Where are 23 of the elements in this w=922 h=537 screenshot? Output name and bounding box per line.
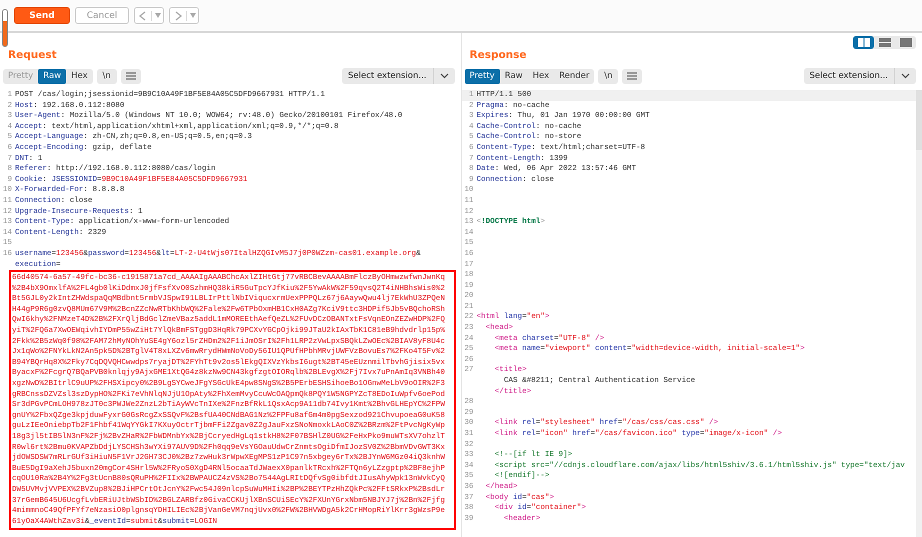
view-tab[interactable]: Pretty bbox=[464, 68, 500, 84]
view-tab[interactable]: Raw bbox=[500, 68, 528, 84]
split-columns-icon[interactable] bbox=[853, 36, 874, 49]
caret-icon bbox=[901, 73, 910, 79]
newline-button[interactable]: \n bbox=[96, 68, 117, 84]
scrollbar[interactable] bbox=[916, 90, 922, 537]
pane-title: Response bbox=[470, 49, 527, 61]
chevron-icon bbox=[138, 10, 148, 20]
menu-icon[interactable] bbox=[622, 68, 642, 84]
view-tab[interactable]: Hex bbox=[66, 68, 93, 84]
pane-title: Request bbox=[8, 49, 57, 61]
view-tab[interactable]: Raw bbox=[38, 68, 66, 84]
caret-icon bbox=[190, 13, 196, 18]
caret-icon bbox=[154, 13, 160, 18]
extension-select[interactable]: Select extension... bbox=[342, 68, 454, 84]
newline-button[interactable]: \n bbox=[598, 68, 618, 84]
view-tab[interactable]: Render bbox=[554, 68, 594, 84]
view-tab[interactable]: Hex bbox=[528, 68, 554, 84]
caret-icon bbox=[440, 73, 448, 79]
extension-select[interactable]: Select extension... bbox=[804, 68, 916, 84]
menu-icon[interactable] bbox=[120, 68, 141, 84]
code-editor[interactable] bbox=[462, 90, 922, 537]
drag-handle[interactable] bbox=[2, 9, 8, 47]
